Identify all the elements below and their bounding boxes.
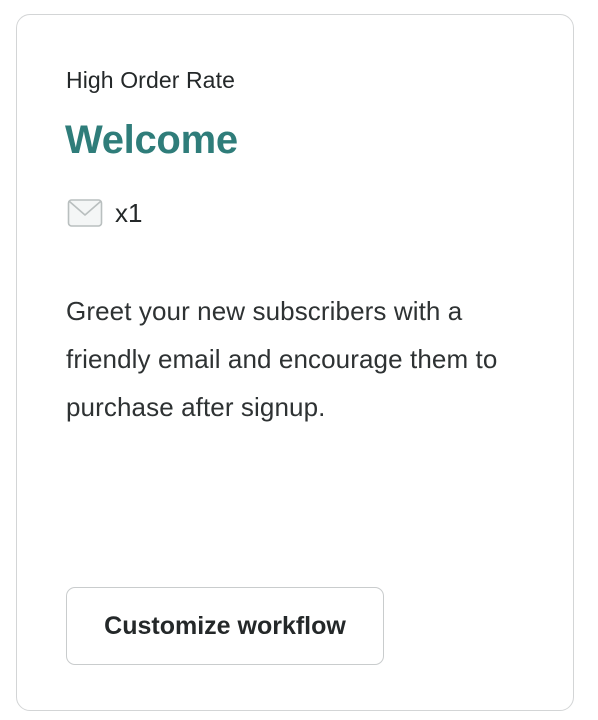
card-category-label: High Order Rate [66, 67, 235, 93]
email-count: x1 [115, 198, 143, 228]
email-count-row: x1 [67, 198, 142, 228]
card-description: Greet your new subscribers with a friend… [66, 296, 498, 422]
workflow-card: High Order Rate Welcome x1 Greet your ne… [16, 14, 574, 711]
mail-envelope-icon [67, 199, 103, 227]
card-title: Welcome [65, 118, 238, 162]
customize-workflow-button[interactable]: Customize workflow [66, 587, 384, 665]
